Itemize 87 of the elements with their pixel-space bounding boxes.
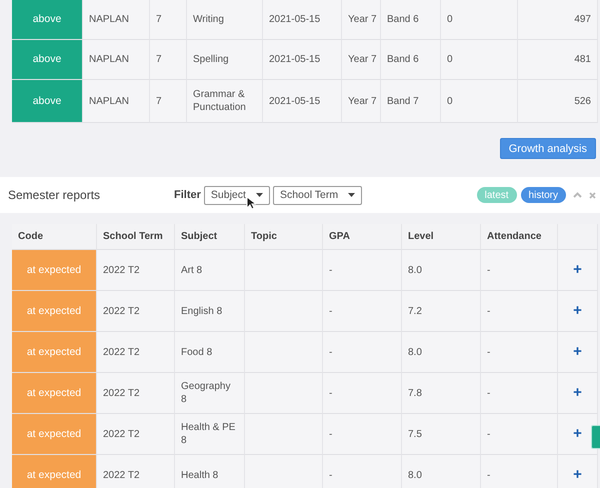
filter-label: Filter	[174, 189, 201, 201]
table-cell: 7	[150, 0, 187, 40]
add-button[interactable]: +	[571, 468, 584, 482]
table-cell: 8.0	[402, 250, 481, 291]
table-cell: Band 6	[381, 40, 441, 80]
column-header: School Term	[97, 224, 175, 250]
table-cell: 0	[441, 40, 518, 80]
table-cell: Writing	[187, 0, 263, 40]
column-header: GPA	[323, 224, 402, 250]
section-title: Semester reports	[8, 188, 102, 202]
table-cell: NAPLAN	[83, 0, 150, 40]
table-cell: English 8	[175, 291, 245, 332]
table-cell: 7.8	[402, 373, 481, 414]
code-cell: at expected	[12, 291, 97, 332]
table-cell: -	[481, 455, 558, 488]
table-cell: Year 7	[342, 0, 381, 40]
table-cell: 2021-05-15	[263, 0, 342, 40]
column-header: Code	[12, 224, 97, 250]
code-cell: above	[12, 40, 83, 80]
code-cell: at expected	[12, 414, 97, 455]
table-cell: -	[481, 332, 558, 373]
table-cell: 2022 T2	[97, 250, 175, 291]
table-cell: -	[481, 414, 558, 455]
table-cell: -	[481, 291, 558, 332]
collapse-icon[interactable]	[573, 192, 582, 198]
table-cell: 8.0	[402, 455, 481, 488]
code-cell: at expected	[12, 332, 97, 373]
column-header: Subject	[175, 224, 245, 250]
growth-analysis-button[interactable]: Growth analysis	[500, 138, 596, 159]
code-cell: above	[12, 80, 83, 123]
table-cell: 526	[518, 80, 598, 123]
table-cell: Spelling	[187, 40, 263, 80]
table-cell: -	[481, 373, 558, 414]
table-cell: 7	[150, 40, 187, 80]
table-cell: 8.0	[402, 332, 481, 373]
table-cell: 2021-05-15	[263, 40, 342, 80]
table-cell: 497	[518, 0, 598, 40]
close-icon[interactable]	[589, 192, 596, 198]
add-button[interactable]: +	[571, 263, 584, 277]
table-cell: NAPLAN	[83, 80, 150, 123]
view-toggle[interactable]: history	[520, 187, 566, 203]
table-cell: -	[323, 414, 402, 455]
table-cell: Art 8	[175, 250, 245, 291]
column-header: Attendance	[481, 224, 558, 250]
table-cell: 2022 T2	[97, 373, 175, 414]
code-cell: above	[12, 0, 83, 40]
table-cell: Health 8	[175, 455, 245, 488]
table-cell: -	[323, 332, 402, 373]
table-cell: 2022 T2	[97, 332, 175, 373]
add-button[interactable]: +	[571, 386, 584, 400]
table-cell: 481	[518, 40, 598, 80]
table-cell: -	[323, 373, 402, 414]
table-cell: 7.5	[402, 414, 481, 455]
table-cell: -	[323, 250, 402, 291]
filter-dropdown[interactable]: Subject	[204, 186, 270, 204]
table-cell: 2022 T2	[97, 291, 175, 332]
table-cell: 2022 T2	[97, 414, 175, 455]
filter-dropdown[interactable]: School Term	[272, 186, 362, 204]
pointer-icon	[246, 196, 256, 210]
column-header: Level	[402, 224, 481, 250]
table-cell: 7	[150, 80, 187, 123]
table-cell: Health & PE 8	[175, 414, 245, 455]
table-cell: Geography 8	[175, 373, 245, 414]
table-cell: 2022 T2	[97, 455, 175, 488]
table-cell: -	[323, 291, 402, 332]
table-cell: Food 8	[175, 332, 245, 373]
caret-icon	[256, 193, 263, 197]
table-cell: Grammar & Punctuation	[187, 80, 263, 123]
column-header: Topic	[245, 224, 323, 250]
table-cell: -	[323, 455, 402, 488]
add-button[interactable]: +	[571, 427, 584, 441]
add-button[interactable]: +	[571, 304, 584, 318]
table-cell: Year 7	[342, 80, 381, 123]
table-cell: 0	[441, 0, 518, 40]
table-cell: Band 6	[381, 0, 441, 40]
code-cell: at expected	[12, 250, 97, 291]
caret-icon	[348, 193, 356, 197]
code-cell: at expected	[12, 455, 97, 488]
table-cell: Band 7	[381, 80, 441, 123]
table-cell: Year 7	[342, 40, 381, 80]
table-cell: 7.2	[402, 291, 481, 332]
table-cell: 2021-05-15	[263, 80, 342, 123]
table-cell: 0	[441, 80, 518, 123]
table-cell: -	[481, 250, 558, 291]
code-cell: at expected	[12, 373, 97, 414]
add-button[interactable]: +	[571, 345, 584, 359]
table-cell: NAPLAN	[83, 40, 150, 80]
